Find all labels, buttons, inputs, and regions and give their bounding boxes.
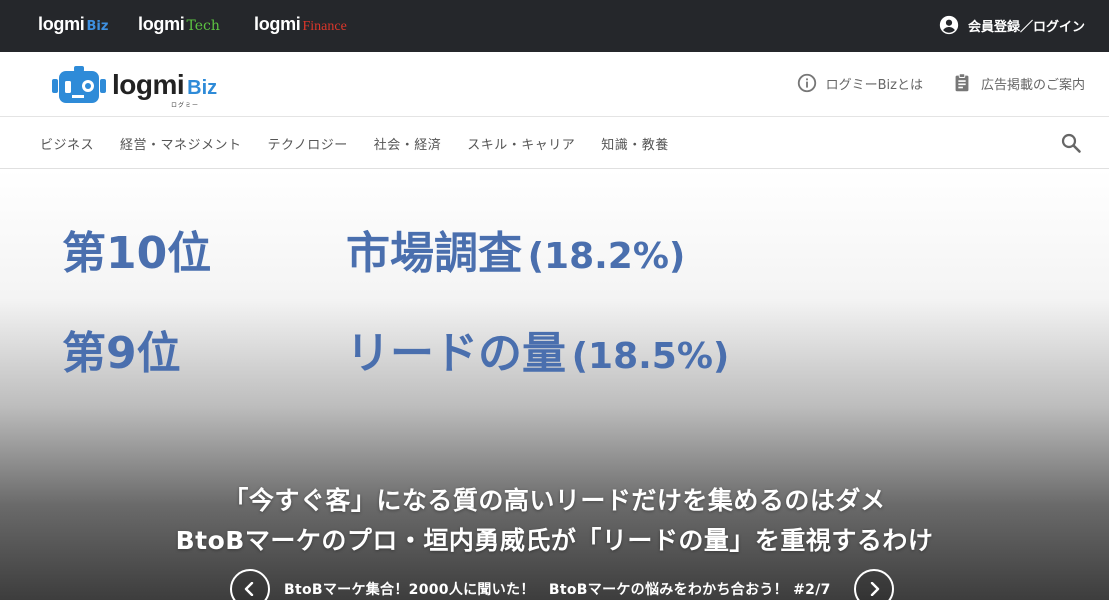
search-icon[interactable] [1059,131,1083,155]
hero-title-line-1[interactable]: 「今すぐ客」になる質の高いリードだけを集めるのはダメ [0,481,1109,517]
series-title[interactable]: BtoBマーケ集合！2000人に聞いた！ BtoBマーケの悩みをわかち合おう！ … [284,579,831,599]
slide-percentage: (18.5%) [571,336,730,377]
about-link-label: ログミーBizとは [825,77,923,93]
hero-article[interactable]: 第10位 市場調査 (18.2%) 第9位 リードの量 (18.5%) 「今すぐ… [0,169,1109,600]
brand-name: logmi [38,14,85,34]
slide-rank: 第10位 [62,228,212,279]
info-icon [797,73,816,93]
chevron-right-icon [870,582,880,596]
robot-logo-icon [52,66,106,103]
logo-biz: Biz [187,76,218,99]
category-nav: ビジネス 経営・マネジメント テクノロジー 社会・経済 スキル・キャリア 知識・… [0,117,1109,169]
brand-link-logmi-finance[interactable]: logmi Finance [254,14,347,38]
slide-item: リードの量 [346,328,566,379]
brand-link-logmi-tech[interactable]: logmi Tech [138,14,220,38]
chevron-left-icon [244,582,254,596]
brand-suffix: Tech [186,18,220,34]
header-links: ログミーBizとは 広告掲載のご案内 [768,72,1085,94]
brand-link-logmi-biz[interactable]: logmi Biz [38,14,108,38]
login-register-link[interactable]: 会員登録／ログイン [938,13,1085,37]
top-site-bar: logmi Biz logmi Tech logmi Finance 会員登録／… [0,0,1109,52]
series-navigation: BtoBマーケ集合！2000人に聞いた！ BtoBマーケの悩みをわかち合おう！ … [230,569,894,600]
brand-suffix: Biz [86,19,109,34]
advertising-link-label: 広告掲載のご案内 [980,77,1085,93]
slide-rank: 第9位 [62,328,181,379]
site-header: logmi Biz ログミー ログミーBizとは 広告掲載のご案内 [0,52,1109,117]
category-society-economy[interactable]: 社会・経済 [374,134,442,153]
brand-name: logmi [138,14,185,34]
category-skill-career[interactable]: スキル・キャリア [467,134,575,153]
site-logo[interactable]: logmi Biz ログミー [50,65,218,109]
next-article-button[interactable] [854,569,894,600]
previous-article-button[interactable] [230,569,270,600]
category-technology[interactable]: テクノロジー [268,134,348,153]
slide-item-row: リードの量 (18.5%) [346,317,729,381]
category-list: ビジネス 経営・マネジメント テクノロジー 社会・経済 スキル・キャリア 知識・… [40,117,695,169]
account-circle-icon [939,15,959,35]
category-business[interactable]: ビジネス [40,134,94,153]
brand-suffix: Finance [302,19,347,34]
slide-item: 市場調査 [346,228,522,279]
category-knowledge[interactable]: 知識・教養 [601,134,669,153]
slide-percentage: (18.2%) [527,236,686,277]
about-link[interactable]: ログミーBizとは [796,72,923,94]
slide-item-row: 市場調査 (18.2%) [346,217,685,281]
hero-title-line-2[interactable]: BtoBマーケのプロ・垣内勇威氏が「リードの量」を重視するわけ [0,521,1109,557]
clipboard-icon [955,73,969,92]
category-management[interactable]: 経営・マネジメント [120,134,242,153]
login-label: 会員登録／ログイン [967,19,1085,35]
logo-wordmark: logmi [112,69,185,100]
logo-kana: ログミー [171,102,200,109]
brand-name: logmi [254,14,301,34]
advertising-link[interactable]: 広告掲載のご案内 [951,72,1085,94]
